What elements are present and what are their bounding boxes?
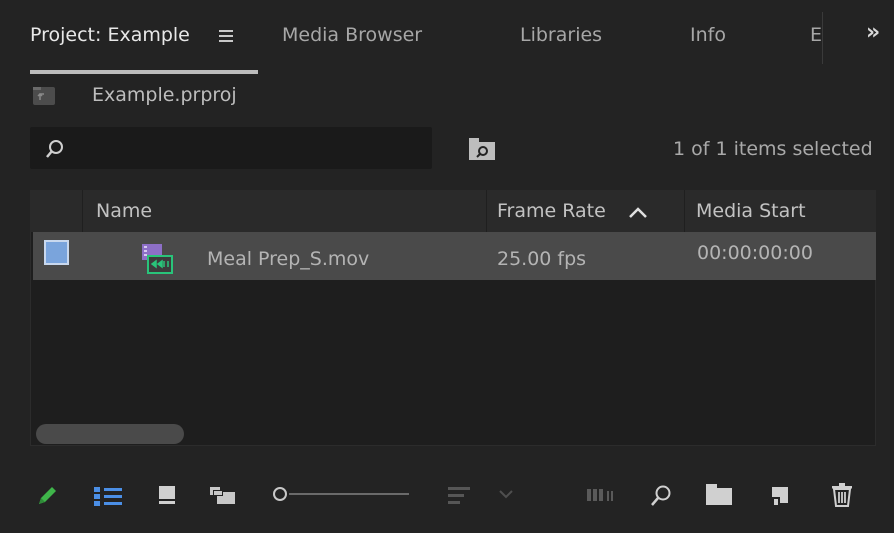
- column-header-frame-rate[interactable]: Frame Rate: [497, 200, 606, 222]
- tab-divider: [822, 12, 823, 64]
- panel-tab-bar: Project: Example Media Browser Libraries…: [0, 0, 894, 74]
- find-icon[interactable]: [650, 484, 672, 512]
- new-bin-icon[interactable]: [706, 484, 734, 510]
- search-input[interactable]: [30, 127, 432, 169]
- list-header: Name Frame Rate Media Start: [30, 190, 876, 232]
- label-color-swatch[interactable]: [44, 240, 69, 265]
- clip-media-start: 00:00:00:00: [697, 242, 813, 264]
- freeform-view-icon[interactable]: [210, 485, 236, 511]
- video-clip-icon: [140, 244, 174, 276]
- column-header-name[interactable]: Name: [96, 200, 152, 222]
- clip-name[interactable]: Meal Prep_S.mov: [207, 248, 369, 270]
- tab-libraries[interactable]: Libraries: [520, 24, 602, 46]
- list-view-icon[interactable]: [94, 486, 124, 510]
- selection-count: 1 of 1 items selected: [673, 138, 873, 160]
- zoom-slider-handle[interactable]: [273, 487, 287, 501]
- automate-to-sequence-icon[interactable]: [587, 487, 617, 507]
- project-breadcrumb: Example.prproj: [92, 84, 237, 106]
- horizontal-scrollbar[interactable]: [36, 424, 184, 444]
- sort-icons-icon[interactable]: [448, 486, 474, 510]
- sort-ascending-icon[interactable]: [627, 204, 649, 220]
- new-item-icon[interactable]: [770, 485, 792, 511]
- find-in-bin-icon[interactable]: [469, 136, 495, 160]
- icon-view-icon[interactable]: [158, 485, 178, 509]
- pencil-icon[interactable]: [36, 483, 60, 511]
- tab-overflow-button[interactable]: »: [866, 20, 880, 45]
- trash-icon[interactable]: [832, 483, 852, 511]
- parent-folder-icon[interactable]: [33, 87, 55, 105]
- tab-effects-truncated[interactable]: E: [810, 24, 822, 46]
- column-header-media-start[interactable]: Media Start: [696, 200, 806, 222]
- hamburger-menu-icon[interactable]: [218, 26, 236, 44]
- tab-project[interactable]: Project: Example: [30, 24, 190, 46]
- clip-frame-rate: 25.00 fps: [497, 248, 587, 270]
- active-tab-indicator: [30, 70, 258, 74]
- tab-media-browser[interactable]: Media Browser: [282, 24, 422, 46]
- chevron-down-icon[interactable]: [498, 486, 514, 505]
- tab-info[interactable]: Info: [690, 24, 726, 46]
- search-icon: [45, 138, 65, 160]
- zoom-slider[interactable]: [289, 493, 409, 495]
